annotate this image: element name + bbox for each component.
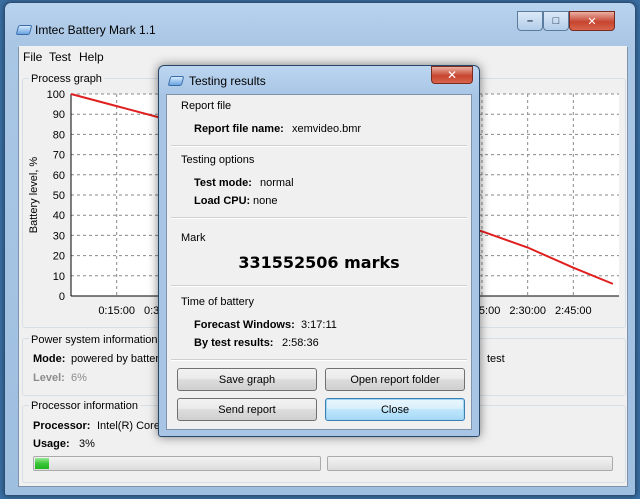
close-icon: ✕ <box>587 15 597 28</box>
by-test-results-label: By test results: <box>194 337 274 349</box>
menu-test[interactable]: Test <box>49 50 71 64</box>
cpu-usage-bar <box>33 456 321 471</box>
x-tick-label: 2:45:00 <box>555 305 592 317</box>
maximize-icon: □ <box>552 15 560 27</box>
close-button[interactable]: Close <box>325 398 465 421</box>
separator <box>171 217 467 219</box>
y-tick-label: 60 <box>53 170 65 182</box>
testing-results-dialog: Testing results ✕ Report file Report fil… <box>158 65 480 437</box>
mode-value: powered by battery <box>71 353 165 365</box>
processor-value: Intel(R) Core( <box>97 420 164 432</box>
send-report-button[interactable]: Send report <box>177 398 317 421</box>
y-tick-label: 20 <box>53 251 65 263</box>
test-mode-value: normal <box>260 177 294 189</box>
process-graph-label: Process graph <box>29 73 104 85</box>
forecast-windows-value: 3:17:11 <box>301 319 337 331</box>
dialog-title: Testing results <box>189 74 266 88</box>
usage-value: 3% <box>79 438 95 450</box>
y-axis-label: Battery level, % <box>28 157 40 234</box>
y-tick-label: 0 <box>59 291 65 303</box>
forecast-windows-label: Forecast Windows: <box>194 319 295 331</box>
test-mode-label: Test mode: <box>194 177 252 189</box>
close-icon: ✕ <box>446 68 458 82</box>
report-file-section: Report file <box>181 100 232 112</box>
y-tick-label: 70 <box>53 150 65 162</box>
y-tick-label: 100 <box>47 89 65 101</box>
mark-value: 331552506 marks <box>238 253 400 272</box>
separator <box>171 359 467 361</box>
by-test-results-value: 2:58:36 <box>282 337 319 349</box>
minimize-button[interactable]: – <box>517 11 543 31</box>
y-tick-label: 50 <box>53 190 65 202</box>
minimize-icon: – <box>526 15 534 27</box>
level-value: 6% <box>71 372 87 384</box>
dialog-battery-icon <box>167 76 185 86</box>
maximize-button[interactable]: □ <box>543 11 569 31</box>
app-battery-icon <box>15 25 33 35</box>
y-tick-label: 90 <box>53 109 65 121</box>
separator <box>171 145 467 147</box>
dialog-close-button[interactable]: ✕ <box>431 66 473 84</box>
y-tick-label: 10 <box>53 271 65 283</box>
dialog-client-area: Report file Report file name: xemvideo.b… <box>166 94 472 430</box>
y-tick-label: 30 <box>53 230 65 242</box>
secondary-progress-bar <box>327 456 613 471</box>
menu-help[interactable]: Help <box>79 50 104 64</box>
x-tick-label: 2:30:00 <box>509 305 546 317</box>
open-report-folder-button[interactable]: Open report folder <box>325 368 465 391</box>
save-graph-button[interactable]: Save graph <box>177 368 317 391</box>
processor-info-label: Processor information <box>29 400 140 412</box>
load-cpu-value: none <box>253 195 278 207</box>
x-tick-label: 0:15:00 <box>98 305 135 317</box>
separator <box>171 285 467 287</box>
mark-section: Mark <box>181 232 206 244</box>
menu-bar: File Test Help <box>19 46 627 66</box>
report-file-name-value: xemvideo.bmr <box>292 123 362 135</box>
mode-suffix: test <box>487 353 505 365</box>
time-of-battery-section: Time of battery <box>181 296 254 308</box>
level-label: Level: <box>33 372 65 384</box>
window-title: Imtec Battery Mark 1.1 <box>35 23 156 37</box>
mode-label: Mode: <box>33 353 66 365</box>
menu-file[interactable]: File <box>23 50 42 64</box>
y-tick-label: 40 <box>53 210 65 222</box>
power-info-label: Power system information <box>29 334 160 346</box>
load-cpu-label: Load CPU: <box>194 195 251 207</box>
usage-label: Usage: <box>33 438 70 450</box>
cpu-usage-fill <box>35 458 50 469</box>
report-file-name-label: Report file name: <box>194 123 284 135</box>
y-tick-label: 80 <box>53 129 65 141</box>
window-close-button[interactable]: ✕ <box>569 11 615 31</box>
testing-options-section: Testing options <box>181 154 255 166</box>
processor-label: Processor: <box>33 420 91 432</box>
